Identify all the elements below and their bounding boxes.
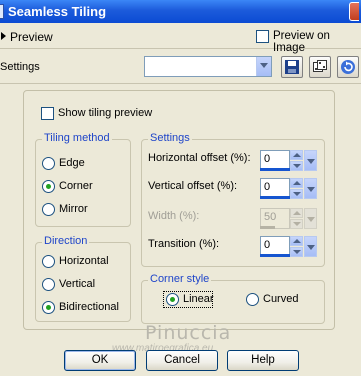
randomize-dice-icon [313, 60, 327, 72]
radio-corner-label[interactable]: Corner [59, 180, 93, 192]
window-title: Seamless Tiling [8, 4, 107, 19]
horizontal-offset-label: Horizontal offset (%): [148, 152, 251, 164]
preview-bar: Preview Preview on Image [0, 24, 361, 54]
randomize-button[interactable] [309, 56, 331, 78]
spin-down-icon[interactable] [290, 189, 303, 199]
transition-label: Transition (%): [148, 238, 220, 250]
direction-title: Direction [42, 235, 90, 247]
horizontal-offset-slider[interactable] [260, 168, 290, 171]
radio-mirror[interactable] [42, 203, 55, 216]
radio-vertical-label[interactable]: Vertical [59, 278, 95, 290]
horizontal-offset-dropdown[interactable] [304, 150, 317, 171]
preview-label[interactable]: Preview [10, 30, 53, 44]
watermark-name: Pinuccia [145, 322, 232, 344]
show-tiling-preview-label[interactable]: Show tiling preview [58, 107, 152, 119]
spin-down-icon[interactable] [290, 247, 303, 257]
transition-spinner[interactable] [290, 236, 303, 257]
corner-style-group: Corner style Linear Curved [141, 273, 325, 324]
reset-icon [341, 60, 355, 74]
preset-dropdown[interactable] [144, 56, 272, 77]
radio-vertical[interactable] [42, 278, 55, 291]
radio-bidirectional[interactable] [42, 301, 55, 314]
vertical-offset-dropdown[interactable] [304, 178, 317, 199]
width-label: Width (%): [148, 210, 200, 222]
spin-up-icon[interactable] [290, 178, 303, 188]
ok-button[interactable]: OK [64, 350, 136, 371]
spin-down-icon[interactable] [290, 161, 303, 171]
radio-linear-label[interactable]: Linear [183, 293, 214, 305]
title-bar: Seamless Tiling [0, 0, 361, 23]
preview-on-image-checkbox[interactable] [256, 30, 269, 43]
settings-label: Settings [0, 61, 40, 73]
transition-dropdown[interactable] [304, 236, 317, 257]
save-preset-button[interactable] [281, 56, 303, 78]
settings-group: Settings Horizontal offset (%): 0 Vertic… [141, 132, 325, 267]
reset-button[interactable] [337, 56, 359, 78]
radio-edge-label[interactable]: Edge [59, 157, 85, 169]
horizontal-offset-spinner[interactable] [290, 150, 303, 171]
radio-curved-label[interactable]: Curved [263, 293, 298, 305]
width-spinner[interactable] [290, 208, 303, 229]
width-dropdown[interactable] [304, 208, 317, 229]
radio-mirror-label[interactable]: Mirror [59, 203, 88, 215]
vertical-offset-label: Vertical offset (%): [148, 180, 238, 192]
radio-curved[interactable] [246, 293, 259, 306]
radio-linear[interactable] [166, 293, 179, 306]
spin-down-icon[interactable] [290, 219, 303, 229]
radio-edge[interactable] [42, 157, 55, 170]
radio-horizontal-label[interactable]: Horizontal [59, 255, 109, 267]
direction-group: Direction Horizontal Vertical Bidirectio… [35, 235, 131, 322]
spin-up-icon[interactable] [290, 236, 303, 246]
spin-up-icon[interactable] [290, 150, 303, 160]
app-icon [0, 4, 4, 19]
help-button[interactable]: Help [227, 350, 299, 371]
show-tiling-preview-checkbox[interactable] [41, 107, 54, 120]
expand-arrow-icon[interactable] [1, 32, 6, 40]
width-slider[interactable] [260, 226, 275, 229]
radio-horizontal[interactable] [42, 255, 55, 268]
settings-bar: Settings [0, 50, 361, 84]
transition-slider[interactable] [260, 254, 290, 257]
close-button[interactable] [349, 2, 359, 21]
tiling-method-group: Tiling method Edge Corner Mirror [35, 132, 131, 227]
spin-up-icon[interactable] [290, 208, 303, 218]
radio-corner[interactable] [42, 180, 55, 193]
corner-style-title: Corner style [148, 273, 212, 285]
chevron-down-icon[interactable] [256, 57, 271, 76]
radio-bidirectional-label[interactable]: Bidirectional [59, 301, 119, 313]
main-panel: Show tiling preview Tiling method Edge C… [23, 90, 335, 330]
vertical-offset-slider[interactable] [260, 196, 290, 199]
save-icon [285, 60, 299, 74]
tiling-method-title: Tiling method [42, 132, 112, 144]
vertical-offset-spinner[interactable] [290, 178, 303, 199]
cancel-button[interactable]: Cancel [146, 350, 218, 371]
settings-group-title: Settings [148, 132, 192, 144]
